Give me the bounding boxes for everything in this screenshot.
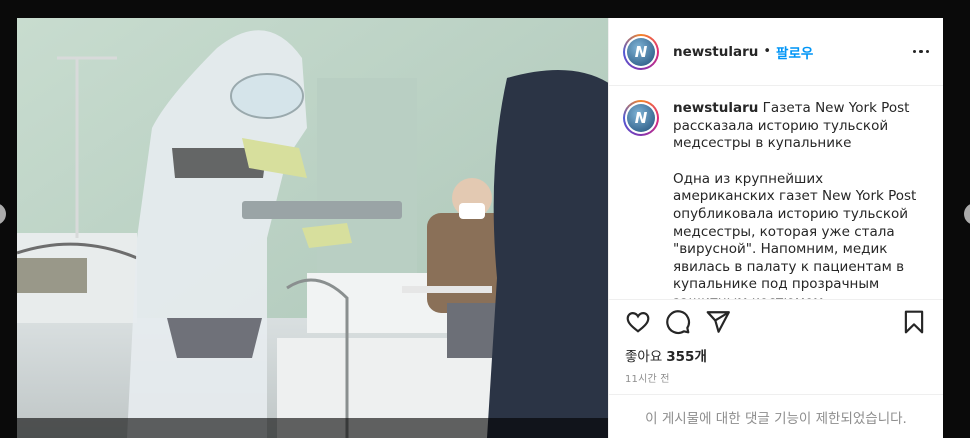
comment-icon[interactable] <box>665 309 691 335</box>
post-photo[interactable] <box>17 18 608 438</box>
heart-icon[interactable] <box>625 309 651 335</box>
hospital-ward-photo <box>17 18 608 438</box>
separator-dot: • <box>763 44 772 59</box>
caption-body: Одна из крупнейших американских газет Ne… <box>673 170 917 299</box>
caption-section: N newstularu Газета New York Post расска… <box>609 86 943 299</box>
post-modal: N newstularu • 팔로우 N newstularu Газета N… <box>17 18 943 438</box>
likes-label: 좋아요 <box>625 349 663 365</box>
author-username[interactable]: newstularu <box>673 44 758 60</box>
author-avatar[interactable]: N <box>623 33 659 70</box>
comments-disabled-notice: 이 게시물에 대한 댓글 기능이 제한되었습니다. <box>609 394 943 438</box>
likes-summary[interactable]: 좋아요 355개 <box>609 344 943 366</box>
newstularu-logo: N <box>627 37 655 66</box>
post-timestamp[interactable]: 11시간 전 <box>609 370 943 386</box>
follow-button[interactable]: 팔로우 <box>776 42 813 62</box>
paper-plane-icon[interactable] <box>705 309 731 335</box>
post-header: N newstularu • 팔로우 <box>609 18 943 86</box>
newstularu-logo: N <box>627 104 655 132</box>
caption-text: newstularu Газета New York Post рассказа… <box>673 100 929 299</box>
caption-avatar[interactable]: N <box>623 100 659 136</box>
bookmark-icon[interactable] <box>901 309 927 335</box>
post-sidebar: N newstularu • 팔로우 N newstularu Газета N… <box>608 18 943 438</box>
more-options-icon[interactable] <box>912 44 929 60</box>
caption-username[interactable]: newstularu <box>673 100 758 116</box>
post-actions <box>609 299 943 344</box>
likes-count: 355개 <box>666 349 707 365</box>
